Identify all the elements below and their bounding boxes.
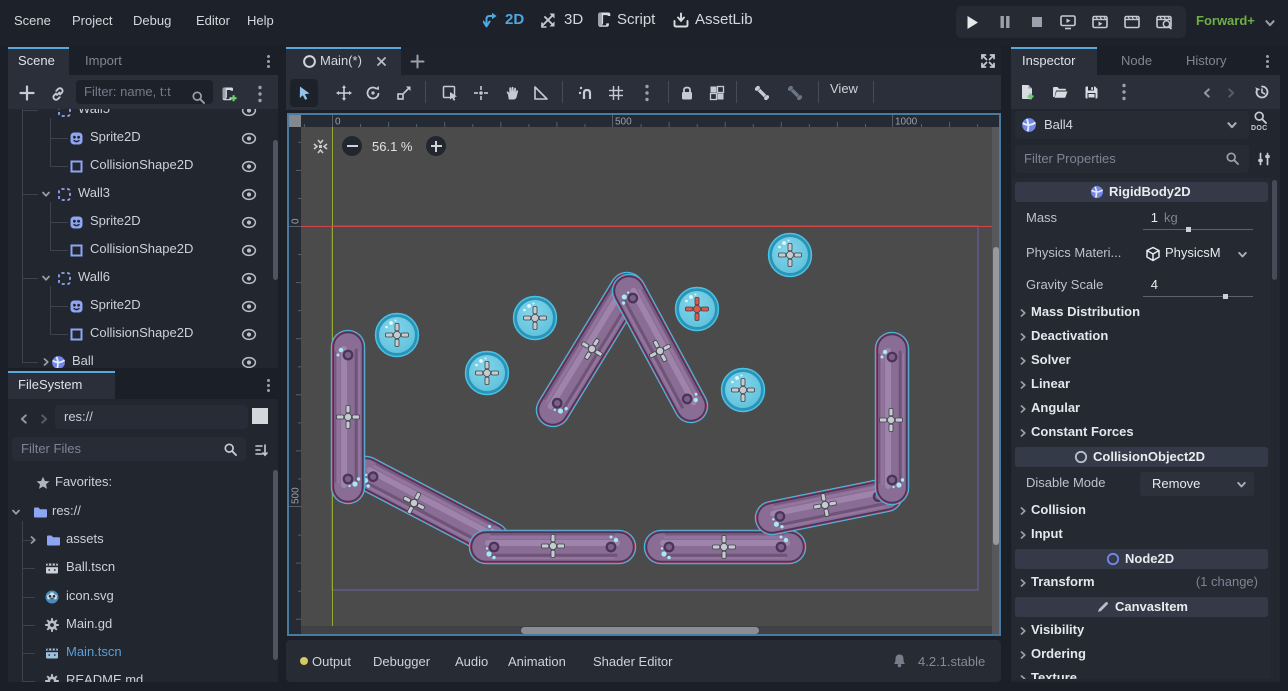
svg-text:1000: 1000 <box>895 117 918 128</box>
svg-text:500: 500 <box>291 487 302 504</box>
svg-text:0: 0 <box>291 218 302 224</box>
svg-text:0: 0 <box>335 117 341 128</box>
svg-text:500: 500 <box>615 117 632 128</box>
